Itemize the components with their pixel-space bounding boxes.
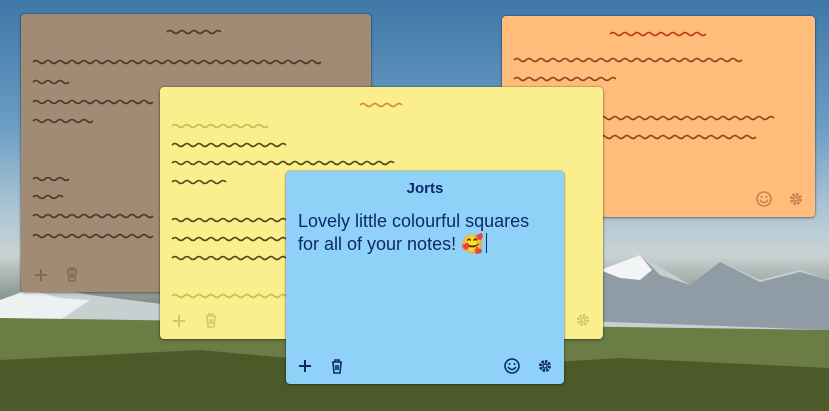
emoji-icon[interactable]	[755, 190, 773, 208]
gear-icon[interactable]	[536, 357, 554, 375]
trash-icon[interactable]	[328, 357, 346, 375]
trash-icon[interactable]	[63, 265, 81, 283]
note-text-line: for all of your notes! 🥰	[298, 233, 558, 256]
trash-icon[interactable]	[202, 311, 220, 329]
plus-icon[interactable]	[170, 312, 188, 330]
gear-icon[interactable]	[787, 190, 805, 208]
plus-icon[interactable]	[296, 357, 314, 375]
emoji-icon[interactable]	[503, 357, 521, 375]
plus-icon[interactable]	[32, 266, 50, 284]
note-text-line: Lovely little colourful squares	[298, 211, 530, 231]
note-text-area[interactable]: Lovely little colourful squares for all …	[298, 210, 558, 256]
note-title[interactable]: Jorts	[286, 180, 564, 197]
note-active[interactable]: Jorts Lovely little colourful squares fo…	[286, 171, 564, 384]
text-cursor	[485, 233, 487, 253]
gear-icon[interactable]	[574, 311, 592, 329]
